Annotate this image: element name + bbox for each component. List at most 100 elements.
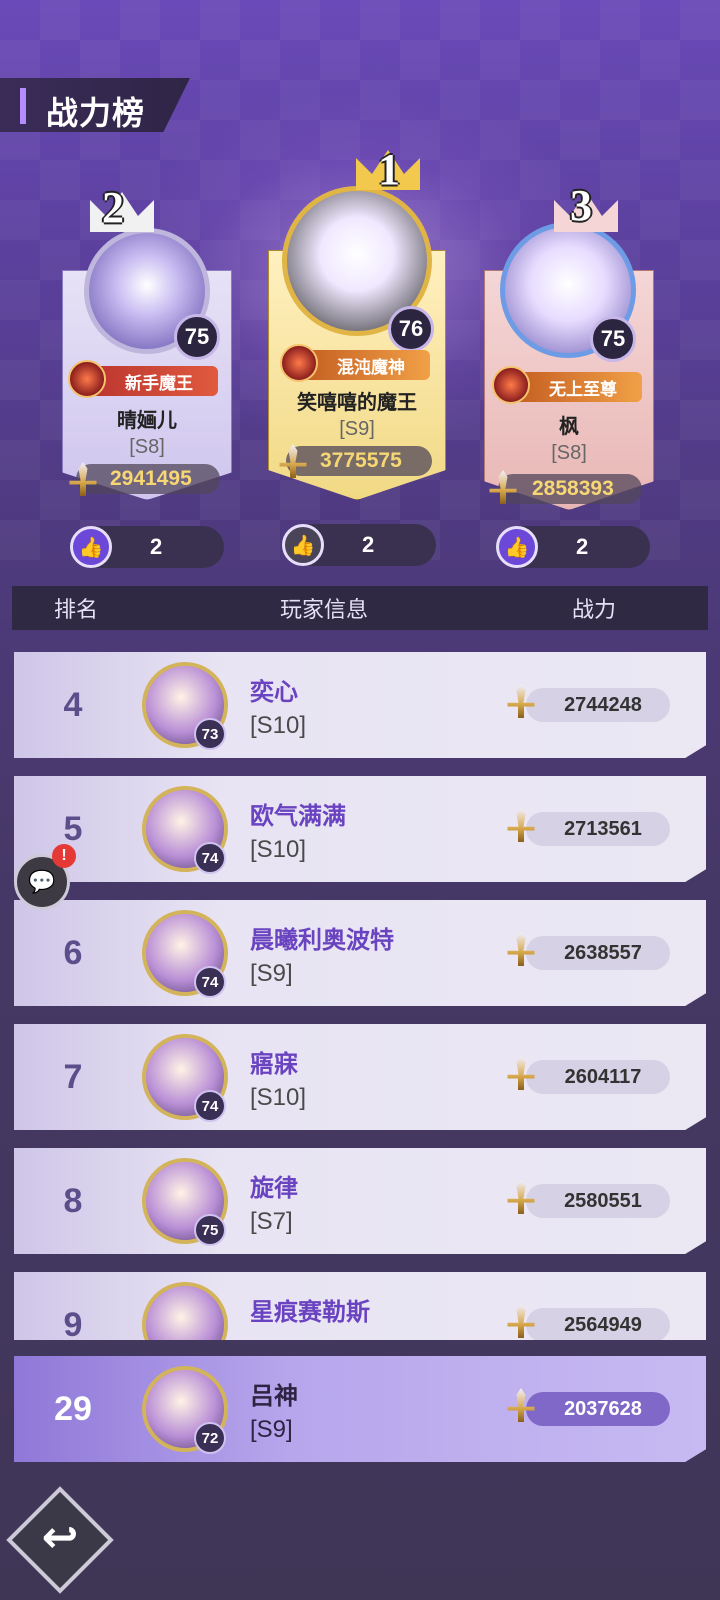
player-name: 星痕赛勒斯 — [250, 1299, 370, 1326]
like-row-rank-3: 👍 2 — [496, 526, 650, 568]
power-value: 2580551 — [564, 1189, 642, 1212]
player-name: 笑嘻嘻的魔王 — [297, 392, 417, 414]
player-server: [S10] — [250, 1084, 307, 1111]
player-name: 奕心 — [250, 679, 298, 706]
power-pill: 2941495 — [76, 464, 220, 494]
table-row[interactable]: 7 74 寤寐 [S10] 2604117 — [14, 1024, 706, 1130]
like-button[interactable]: 👍 — [496, 526, 538, 568]
level-badge: 73 — [194, 718, 226, 750]
like-row-rank-2: 👍 2 — [70, 526, 224, 568]
like-count: 2 — [150, 534, 163, 559]
table-row[interactable]: 9 星痕赛勒斯 2564949 — [14, 1272, 706, 1340]
header-player-info: 玩家信息 — [280, 597, 369, 622]
power-pill: 2580551 — [526, 1184, 670, 1218]
page-title: 战力榜 — [46, 95, 146, 131]
power-pill: 2604117 — [526, 1060, 670, 1094]
back-arrow-icon: ↩ — [41, 1513, 79, 1562]
power-value: 2744248 — [564, 693, 642, 716]
power-value: 2564949 — [564, 1313, 642, 1336]
power-value: 2858393 — [532, 477, 614, 500]
table-row[interactable]: 5 74 欧气满满 [S10] 2713561 — [14, 776, 706, 882]
like-count: 2 — [362, 532, 375, 557]
chat-alert-badge: ! — [52, 844, 76, 868]
ranking-list[interactable]: 4 73 奕心 [S10] 2744248 5 74 欧气满满 [S10] 27… — [0, 640, 720, 1340]
power-value: 2713561 — [564, 817, 642, 840]
power-value: 2941495 — [110, 467, 192, 490]
player-name: 寤寐 — [250, 1051, 298, 1078]
power-pill: 2744248 — [526, 688, 670, 722]
power-pill: 2564949 — [526, 1308, 670, 1340]
chat-icon: 💬 — [28, 869, 56, 894]
power-value: 2037628 — [564, 1397, 642, 1420]
avatar — [142, 1282, 228, 1340]
my-rank-row[interactable]: 29 72 吕神 [S9] 2037628 — [14, 1356, 706, 1462]
power-pill: 2713561 — [526, 812, 670, 846]
table-row[interactable]: 8 75 旋律 [S7] 2580551 — [14, 1148, 706, 1254]
row-rank: 5 — [63, 810, 83, 848]
thumbs-up-icon: 👍 — [290, 534, 316, 557]
row-rank: 9 — [63, 1306, 83, 1340]
title-emblem-icon — [280, 344, 318, 382]
title-ribbon-text: 无上至尊 — [549, 379, 617, 399]
thumbs-up-icon: 👍 — [78, 536, 104, 559]
level-badge: 74 — [194, 842, 226, 874]
player-name: 晴婳儿 — [117, 410, 177, 432]
power-value: 2638557 — [564, 941, 642, 964]
power-pill: 3775575 — [286, 446, 432, 476]
title-ribbon-text: 新手魔王 — [125, 373, 193, 393]
level-badge: 72 — [194, 1422, 226, 1454]
player-name: 吕神 — [250, 1383, 298, 1410]
title-ribbon: 无上至尊 — [492, 366, 642, 404]
header-rank: 排名 — [54, 597, 99, 622]
thumbs-up-icon: 👍 — [504, 536, 530, 559]
title-emblem-icon — [492, 366, 530, 404]
level-badge: 74 — [194, 966, 226, 998]
player-name: 欧气满满 — [250, 803, 346, 830]
like-button[interactable]: 👍 — [70, 526, 112, 568]
player-name: 旋律 — [250, 1175, 298, 1202]
power-pill: 2858393 — [498, 474, 642, 504]
title-accent-bar — [20, 88, 26, 124]
podium-card-rank-1[interactable]: 1 76 混沌魔神 笑嘻嘻的魔王 [S9] 3775575 — [268, 145, 446, 500]
rank-number: 1 — [378, 145, 400, 194]
player-server: [S8] — [551, 442, 587, 464]
rank-number: 2 — [102, 183, 124, 232]
player-name: 晨曦利奥波特 — [250, 927, 394, 954]
power-value: 2604117 — [564, 1065, 642, 1088]
row-rank: 7 — [63, 1058, 83, 1096]
like-count: 2 — [576, 534, 589, 559]
row-rank: 6 — [63, 934, 83, 972]
player-server: [S10] — [250, 836, 307, 863]
player-server: [S7] — [250, 1208, 293, 1235]
power-pill: 2638557 — [526, 936, 670, 970]
like-row-rank-1: 👍 2 — [282, 524, 436, 566]
header-power: 战力 — [572, 597, 617, 622]
power-value: 3775575 — [320, 449, 402, 472]
title-ribbon: 混沌魔神 — [280, 344, 430, 382]
level-badge: 75 — [590, 316, 636, 362]
row-rank: 29 — [54, 1390, 92, 1428]
title-ribbon-text: 混沌魔神 — [337, 357, 405, 377]
rank-number: 3 — [570, 181, 592, 230]
level-badge: 75 — [174, 314, 220, 360]
row-rank: 4 — [63, 686, 83, 724]
level-badge: 76 — [388, 306, 434, 352]
player-server: [S10] — [250, 712, 307, 739]
podium-card-rank-3[interactable]: 3 75 无上至尊 枫 [S8] 2858393 — [484, 181, 654, 510]
player-server: [S9] — [339, 418, 375, 440]
player-server: [S9] — [250, 960, 293, 987]
power-pill: 2037628 — [526, 1392, 670, 1426]
title-ribbon: 新手魔王 — [68, 360, 218, 398]
row-rank: 8 — [63, 1182, 83, 1220]
player-server: [S8] — [129, 436, 165, 458]
podium-card-rank-2[interactable]: 2 75 新手魔王 晴婳儿 [S8] 2941495 — [62, 180, 232, 500]
table-header: 排名 玩家信息 战力 — [12, 586, 708, 630]
level-badge: 74 — [194, 1090, 226, 1122]
player-name: 枫 — [559, 416, 579, 438]
level-badge: 75 — [194, 1214, 226, 1246]
title-emblem-icon — [68, 360, 106, 398]
table-row[interactable]: 6 74 晨曦利奥波特 [S9] 2638557 — [14, 900, 706, 1006]
like-button[interactable]: 👍 — [282, 524, 324, 566]
table-row[interactable]: 4 73 奕心 [S10] 2744248 — [14, 652, 706, 758]
player-server: [S9] — [250, 1416, 293, 1443]
